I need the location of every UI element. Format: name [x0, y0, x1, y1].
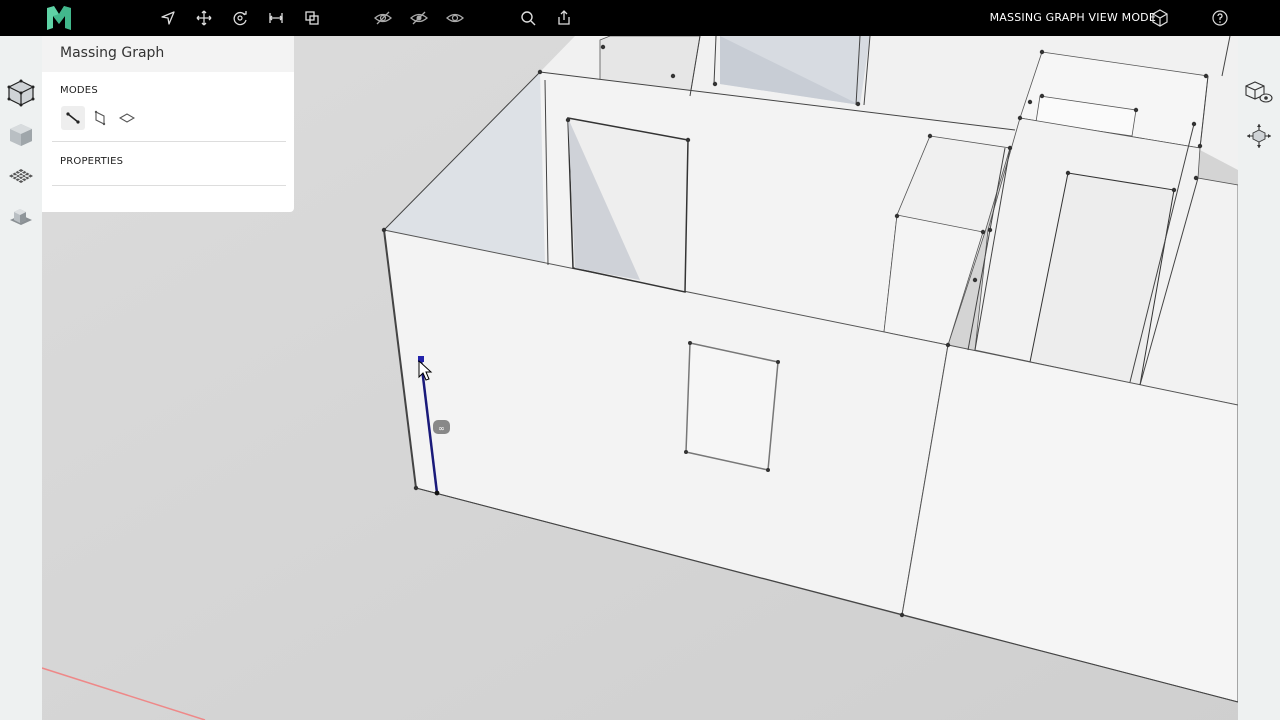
top-toolbar: MASSING GRAPH VIEW MODE — [0, 0, 1280, 36]
help-icon[interactable] — [1202, 0, 1238, 36]
orbit-icon[interactable] — [222, 0, 258, 36]
edge-tag-icon[interactable]: ∞ — [433, 420, 450, 434]
divider — [52, 141, 286, 142]
fit-view-icon[interactable] — [1243, 120, 1275, 152]
massing-graph-panel: Massing Graph MODES PROPERTIES — [42, 36, 294, 212]
building-icon[interactable] — [5, 201, 37, 233]
front-window — [685, 342, 779, 471]
select-arrow-icon[interactable] — [150, 0, 186, 36]
copy-icon[interactable] — [294, 0, 330, 36]
massing-graph-icon[interactable] — [5, 77, 37, 109]
face-mode-icon[interactable] — [88, 106, 112, 130]
edge-mode-icon[interactable] — [61, 106, 85, 130]
panel-title: Massing Graph — [60, 45, 165, 61]
right-tool-rail — [1238, 36, 1280, 720]
solid-box-icon[interactable] — [5, 119, 37, 151]
svg-text:∞: ∞ — [438, 424, 445, 433]
properties-label: PROPERTIES — [60, 156, 124, 167]
dimension-icon[interactable] — [258, 0, 294, 36]
move-icon[interactable] — [186, 0, 222, 36]
view-mode-label[interactable]: MASSING GRAPH VIEW MODE — [990, 0, 1156, 36]
show-icon[interactable] — [437, 0, 473, 36]
divider — [52, 185, 286, 186]
hide-icon[interactable] — [365, 0, 401, 36]
modes-label: MODES — [60, 85, 98, 96]
share-icon[interactable] — [546, 0, 582, 36]
edge-end-vertex — [434, 490, 440, 496]
plane-mode-icon[interactable] — [115, 106, 139, 130]
left-tool-rail — [0, 36, 42, 720]
search-icon[interactable] — [510, 0, 546, 36]
grid-floor-icon[interactable] — [5, 160, 37, 192]
massing-logo-icon[interactable] — [44, 4, 74, 32]
view-cube-eye-icon[interactable] — [1242, 76, 1274, 108]
cube-icon[interactable] — [1142, 0, 1178, 36]
hide-selected-icon[interactable] — [401, 0, 437, 36]
